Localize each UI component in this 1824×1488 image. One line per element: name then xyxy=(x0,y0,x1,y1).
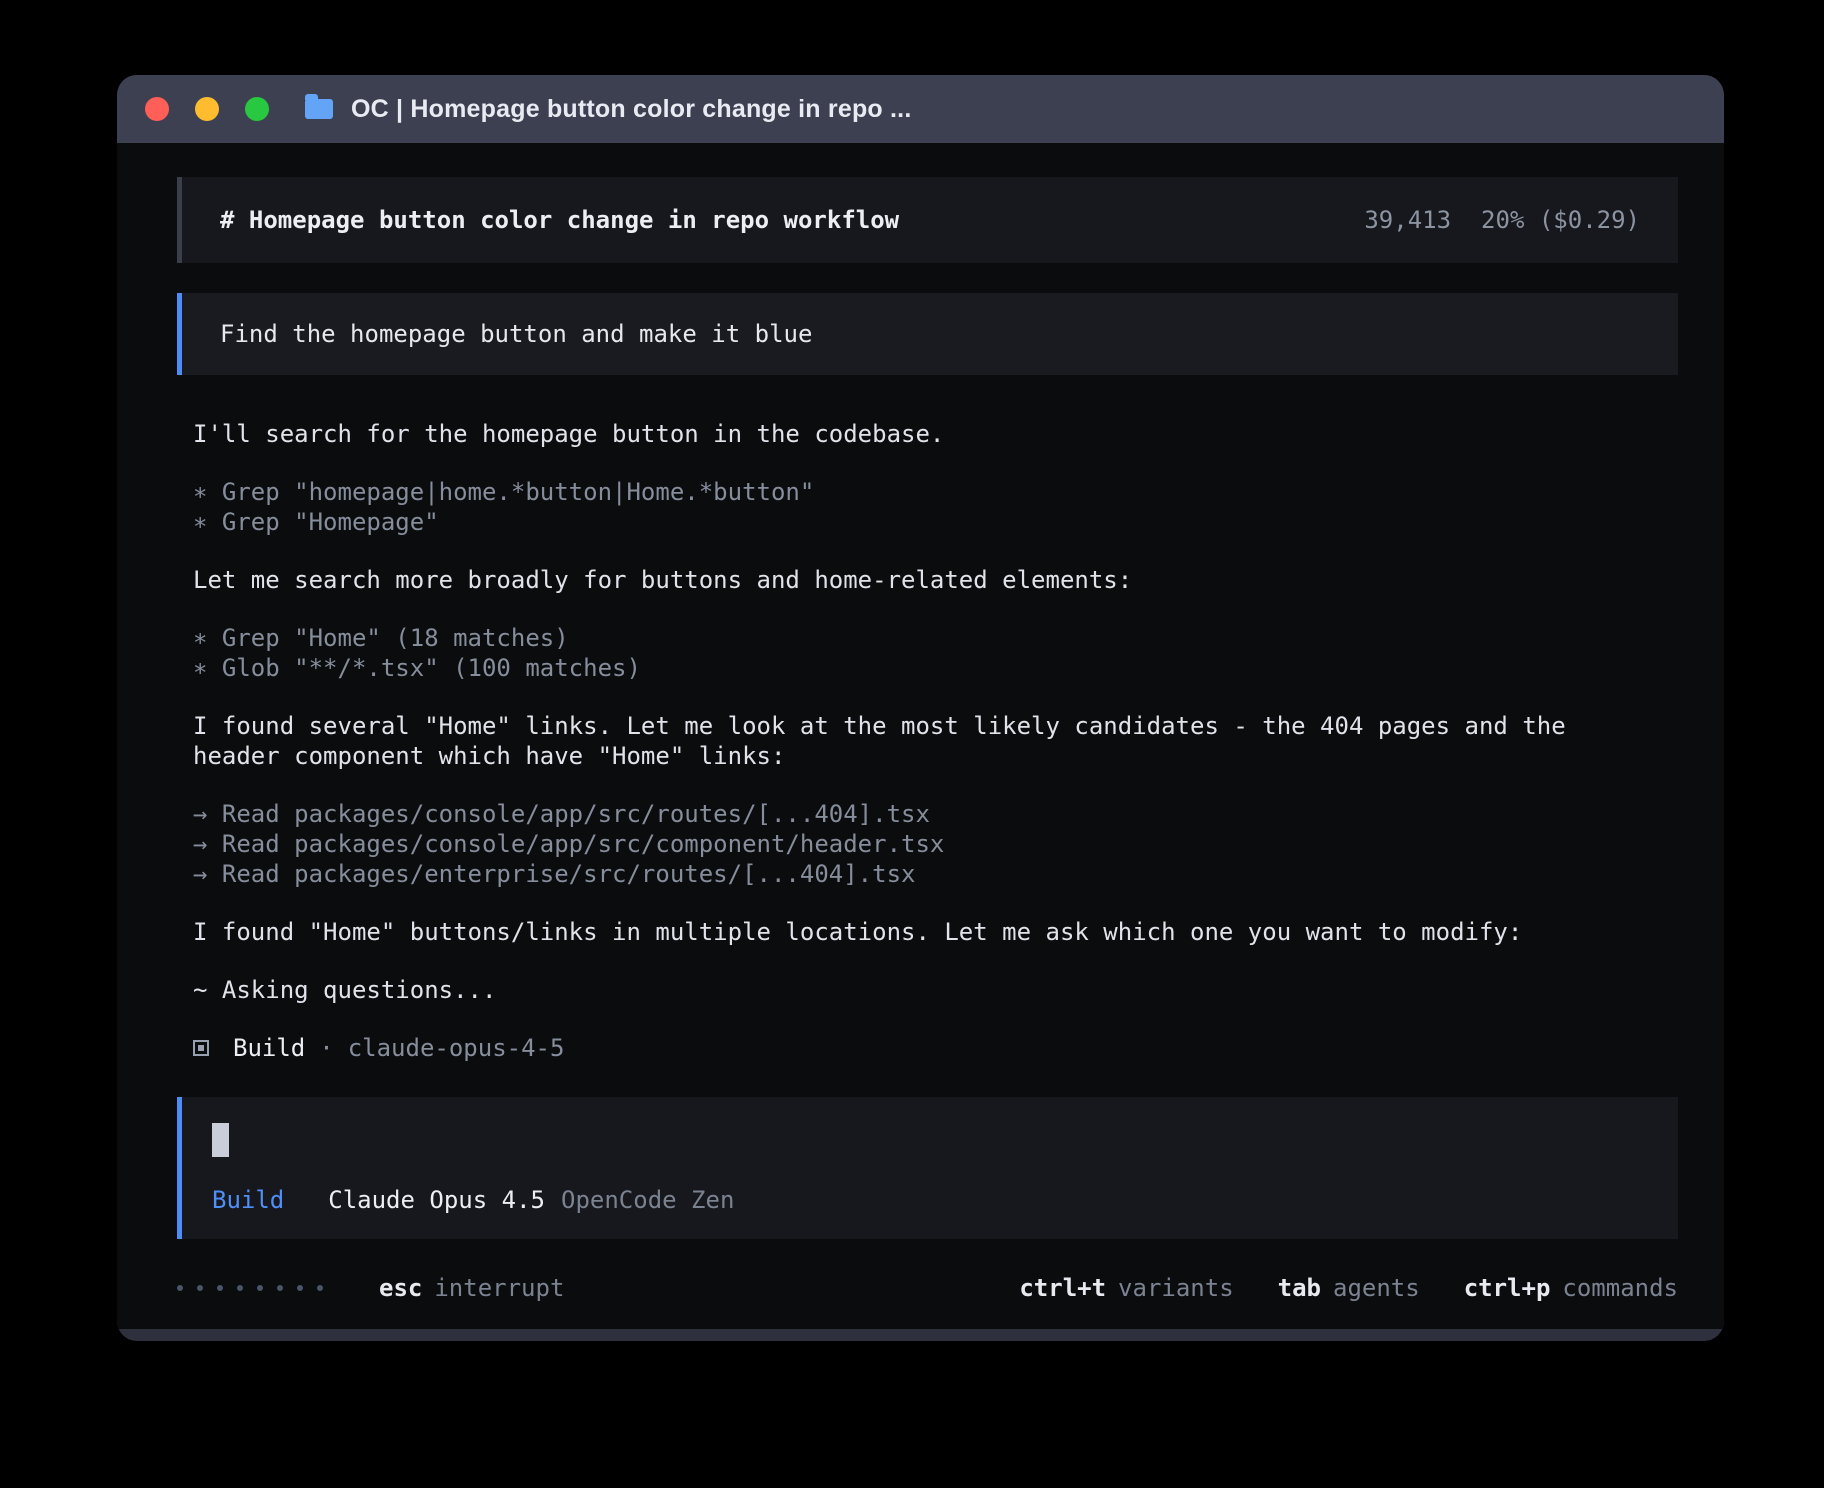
spinner-dots xyxy=(177,1285,323,1291)
status-bar-right: ctrl+t variants tab agents ctrl+p commands xyxy=(1019,1273,1678,1303)
session-title: # Homepage button color change in repo w… xyxy=(220,205,899,235)
shortcut-key: tab xyxy=(1278,1274,1321,1302)
shortcut-label: agents xyxy=(1333,1274,1420,1302)
session-header: # Homepage button color change in repo w… xyxy=(177,177,1678,263)
assistant-paragraph: Let me search more broadly for buttons a… xyxy=(193,565,1678,595)
terminal-window: OC | Homepage button color change in rep… xyxy=(117,75,1724,1341)
model-name[interactable]: Claude Opus 4.5 xyxy=(328,1185,545,1215)
assistant-text: Let me search more broadly for buttons a… xyxy=(193,565,1593,595)
tool-call-group: ∗ Grep "homepage|home.*button|Home.*butt… xyxy=(193,477,1678,537)
read-file-line: → Read packages/console/app/src/componen… xyxy=(193,829,1593,859)
traffic-lights xyxy=(145,97,269,121)
shortcut-key: ctrl+t xyxy=(1019,1274,1106,1302)
shortcut-commands[interactable]: ctrl+p commands xyxy=(1464,1273,1678,1303)
tool-call-line: ∗ Grep "Home" (18 matches) xyxy=(193,623,1593,653)
assistant-paragraph: ~ Asking questions... xyxy=(193,975,1678,1005)
shortcut-label: interrupt xyxy=(434,1274,564,1302)
agent-status-icon xyxy=(193,1040,209,1056)
assistant-text: I found several "Home" links. Let me loo… xyxy=(193,711,1593,771)
status-bar: esc interrupt ctrl+t variants tab agents ct… xyxy=(177,1273,1678,1329)
separator-dot: · xyxy=(319,1033,333,1063)
user-message-text: Find the homepage button and make it blu… xyxy=(220,320,812,348)
assistant-text: I'll search for the homepage button in t… xyxy=(193,419,1593,449)
desktop: { "titlebar": { "title": "OC | Homepage … xyxy=(0,0,1824,1488)
shortcut-label: variants xyxy=(1118,1274,1234,1302)
terminal-content: # Homepage button color change in repo w… xyxy=(117,143,1724,1329)
mode-label[interactable]: Build xyxy=(212,1185,284,1215)
provider-name: OpenCode Zen xyxy=(561,1185,734,1215)
user-message: Find the homepage button and make it blu… xyxy=(177,293,1678,375)
agent-model: claude-opus-4-5 xyxy=(348,1033,565,1063)
input-status-row: Build Claude Opus 4.5 OpenCode Zen xyxy=(212,1185,1648,1215)
window-title: OC | Homepage button color change in rep… xyxy=(351,95,911,124)
token-count: 39,413 xyxy=(1364,205,1451,235)
assistant-paragraph: I found "Home" buttons/links in multiple… xyxy=(193,917,1678,947)
assistant-paragraph: I'll search for the homepage button in t… xyxy=(193,419,1678,449)
prompt-input[interactable]: Build Claude Opus 4.5 OpenCode Zen xyxy=(177,1097,1678,1239)
minimize-button[interactable] xyxy=(195,97,219,121)
shortcut-variants[interactable]: ctrl+t variants xyxy=(1019,1273,1233,1303)
read-file-line: → Read packages/console/app/src/routes/[… xyxy=(193,799,1593,829)
tool-call-line: ∗ Grep "Homepage" xyxy=(193,507,1593,537)
context-cost: 20% ($0.29) xyxy=(1481,205,1640,235)
text-cursor xyxy=(212,1123,229,1157)
shortcut-key: esc xyxy=(379,1274,422,1302)
folder-icon xyxy=(305,99,333,119)
session-stats: 39,413 20% ($0.29) xyxy=(1364,205,1640,235)
read-file-line: → Read packages/enterprise/src/routes/[.… xyxy=(193,859,1593,889)
agent-name: Build xyxy=(233,1033,305,1063)
status-bar-left: esc interrupt xyxy=(177,1273,564,1303)
shortcut-interrupt[interactable]: esc interrupt xyxy=(379,1273,564,1303)
assistant-paragraph: I found several "Home" links. Let me loo… xyxy=(193,711,1678,771)
asking-questions-line: ~ Asking questions... xyxy=(193,975,1593,1005)
shortcut-agents[interactable]: tab agents xyxy=(1278,1273,1420,1303)
zoom-button[interactable] xyxy=(245,97,269,121)
tool-call-group: ∗ Grep "Home" (18 matches) ∗ Glob "**/*.… xyxy=(193,623,1678,683)
tool-call-line: ∗ Glob "**/*.tsx" (100 matches) xyxy=(193,653,1593,683)
window-titlebar[interactable]: OC | Homepage button color change in rep… xyxy=(117,75,1724,143)
assistant-text: I found "Home" buttons/links in multiple… xyxy=(193,917,1593,947)
agent-status-row: Build · claude-opus-4-5 xyxy=(193,1033,1678,1063)
tool-call-line: ∗ Grep "homepage|home.*button|Home.*butt… xyxy=(193,477,1593,507)
close-button[interactable] xyxy=(145,97,169,121)
shortcut-label: commands xyxy=(1562,1274,1678,1302)
tool-call-group: → Read packages/console/app/src/routes/[… xyxy=(193,799,1678,889)
shortcut-key: ctrl+p xyxy=(1464,1274,1551,1302)
